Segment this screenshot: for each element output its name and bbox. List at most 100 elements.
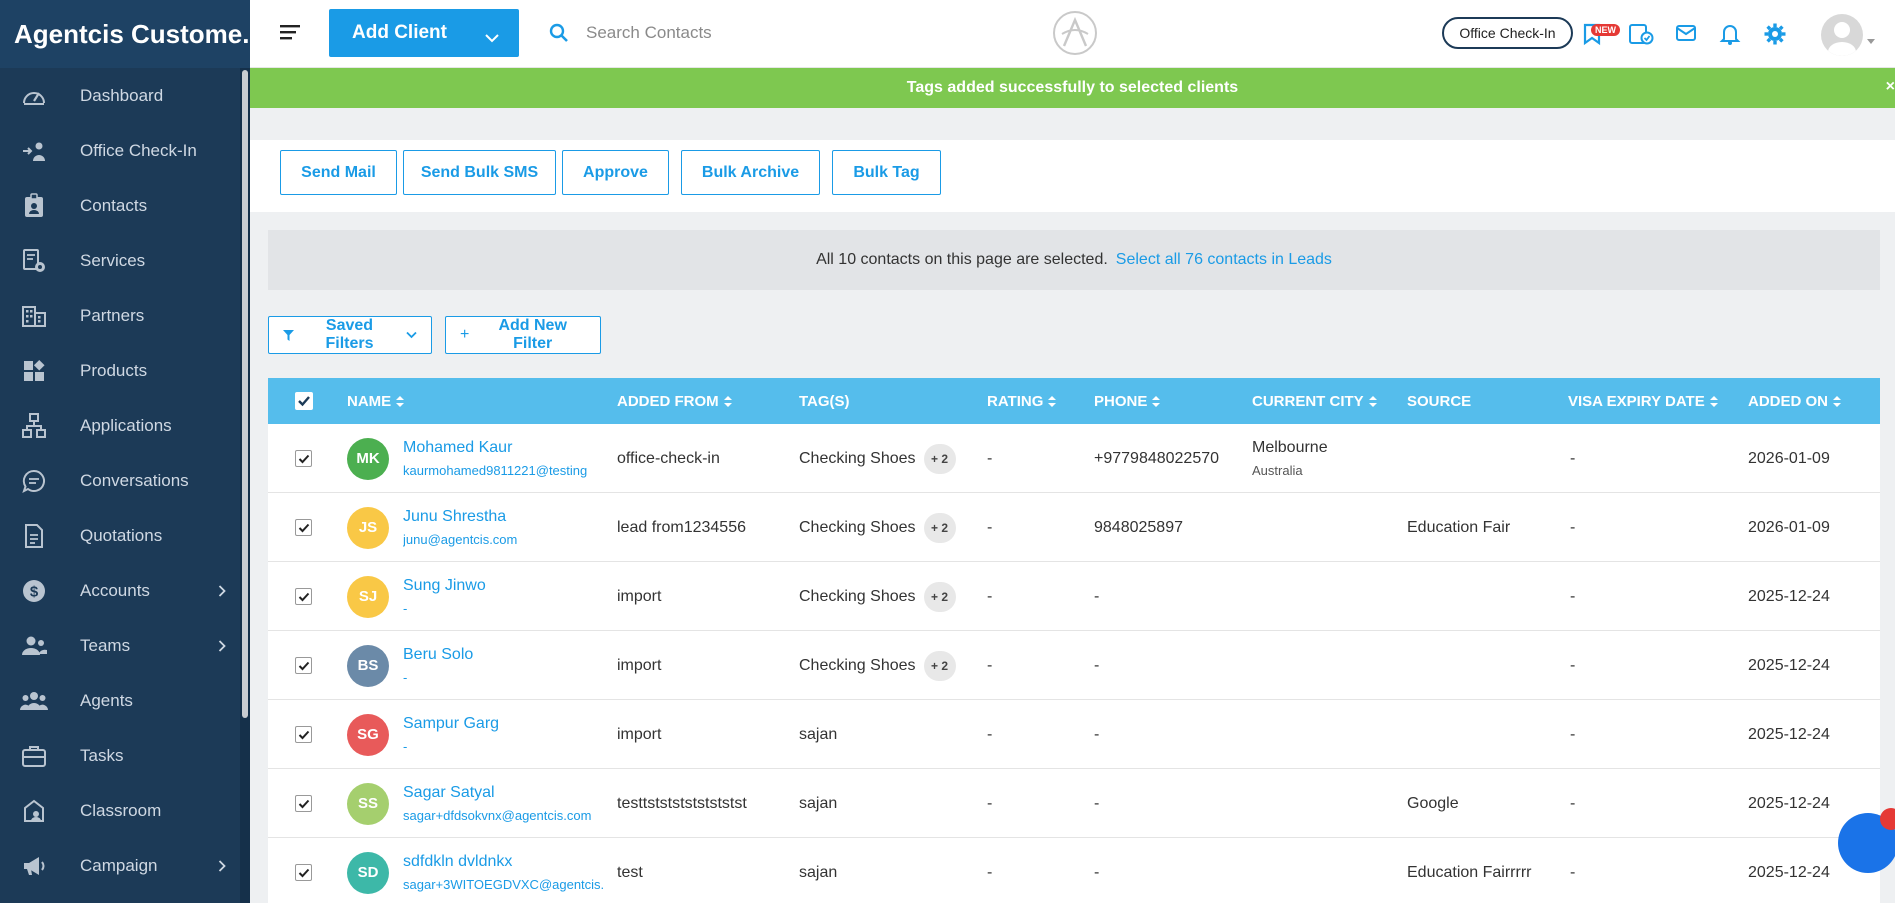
send-bulk-sms-button[interactable]: Send Bulk SMS xyxy=(403,150,556,195)
contact-email[interactable]: sagar+dfdsokvnx@agentcis.com xyxy=(403,808,591,823)
contact-name-link[interactable]: Mohamed Kaur xyxy=(403,439,587,457)
sidebar-item-label: Contacts xyxy=(80,195,148,215)
sidebar-item-applications[interactable]: Applications xyxy=(0,398,240,453)
close-icon[interactable]: × xyxy=(1886,78,1895,96)
extra-tags-badge[interactable]: + 2 xyxy=(923,512,956,543)
table-row[interactable]: BS Beru Solo - import Checking Shoes + 2… xyxy=(268,631,1880,700)
row-checkbox[interactable] xyxy=(295,838,312,903)
sidebar-item-dashboard[interactable]: Dashboard xyxy=(0,68,240,123)
chevron-right-icon[interactable] xyxy=(218,857,226,877)
contact-email[interactable]: sagar+3WITOEGDVXC@agentcis. xyxy=(403,877,604,892)
column-header-name[interactable]: NAME xyxy=(347,378,405,424)
user-avatar[interactable] xyxy=(1821,14,1863,56)
sidebar-item-conversations[interactable]: Conversations xyxy=(0,453,240,508)
mail-icon[interactable] xyxy=(1675,22,1697,49)
sidebar-item-office-check-in[interactable]: Office Check-In xyxy=(0,123,240,178)
sidebar-item-products[interactable]: Products xyxy=(0,343,240,398)
contact-email[interactable]: junu@agentcis.com xyxy=(403,532,517,547)
contact-avatar: BS xyxy=(347,631,389,700)
sidebar-item-services[interactable]: Services xyxy=(0,233,240,288)
add-new-filter-button[interactable]: + Add New Filter xyxy=(445,316,601,354)
phone-cell: 9848025897 xyxy=(1094,518,1183,536)
sidebar-item-teams[interactable]: Teams xyxy=(0,618,240,673)
column-header-current-city[interactable]: CURRENT CITY xyxy=(1252,378,1377,424)
office-checkin-button[interactable]: Office Check-In xyxy=(1442,17,1573,49)
sort-icon[interactable] xyxy=(723,395,732,407)
row-checkbox[interactable] xyxy=(295,700,312,769)
contact-name-link[interactable]: Sung Jinwo xyxy=(403,577,486,595)
extra-tags-badge[interactable]: + 2 xyxy=(923,581,956,612)
contact-name-link[interactable]: Beru Solo xyxy=(403,646,473,664)
bulk-archive-button[interactable]: Bulk Archive xyxy=(681,150,820,195)
sidebar-item-quotations[interactable]: Quotations xyxy=(0,508,240,563)
contact-name-link[interactable]: Junu Shrestha xyxy=(403,508,517,526)
contact-email[interactable]: - xyxy=(403,601,486,616)
sidebar-item-agents[interactable]: Agents xyxy=(0,673,240,728)
contact-email[interactable]: - xyxy=(403,739,499,754)
chevron-right-icon[interactable] xyxy=(218,582,226,602)
contact-name-link[interactable]: Sagar Satyal xyxy=(403,784,591,802)
extra-tags-badge[interactable]: + 2 xyxy=(923,650,956,681)
column-header-added-from[interactable]: ADDED FROM xyxy=(617,378,732,424)
sidebar-item-classroom[interactable]: Classroom xyxy=(0,783,240,838)
added-on-cell: 2025-12-24 xyxy=(1748,725,1830,743)
sidebar-item-accounts[interactable]: $ Accounts xyxy=(0,563,240,618)
hamburger-menu-icon[interactable] xyxy=(280,24,300,45)
rating-cell: - xyxy=(987,725,993,743)
contact-email[interactable]: - xyxy=(403,670,473,685)
visa-expiry-cell: - xyxy=(1570,587,1576,605)
chevron-right-icon[interactable] xyxy=(218,637,226,657)
avatar-dropdown-icon[interactable] xyxy=(1867,32,1875,50)
tasks-check-icon[interactable] xyxy=(1628,22,1654,51)
sort-icon[interactable] xyxy=(1709,395,1718,407)
table-row[interactable]: MK Mohamed Kaur kaurmohamed9811221@testi… xyxy=(268,424,1880,493)
sort-icon[interactable] xyxy=(396,395,405,407)
sidebar-scrollbar-thumb[interactable] xyxy=(242,70,248,718)
gear-icon[interactable] xyxy=(1763,22,1787,51)
contact-avatar: SG xyxy=(347,700,389,769)
sort-icon[interactable] xyxy=(1152,395,1161,407)
send-mail-button[interactable]: Send Mail xyxy=(280,150,397,195)
sort-icon[interactable] xyxy=(1048,395,1057,407)
sort-icon[interactable] xyxy=(1833,395,1842,407)
added-on-cell: 2025-12-24 xyxy=(1748,587,1830,605)
sidebar-item-partners[interactable]: Partners xyxy=(0,288,240,343)
sort-icon[interactable] xyxy=(1368,395,1377,407)
row-checkbox[interactable] xyxy=(295,424,312,493)
column-header-rating[interactable]: RATING xyxy=(987,378,1057,424)
bell-icon[interactable] xyxy=(1719,22,1741,51)
row-checkbox[interactable] xyxy=(295,493,312,562)
search-input[interactable] xyxy=(586,15,926,51)
saved-filters-button[interactable]: Saved Filters xyxy=(268,316,432,354)
megaphone-icon xyxy=(20,852,48,880)
table-row[interactable]: SS Sagar Satyal sagar+dfdsokvnx@agentcis… xyxy=(268,769,1880,838)
column-header-added-on[interactable]: ADDED ON xyxy=(1748,378,1842,424)
table-row[interactable]: SJ Sung Jinwo - import Checking Shoes + … xyxy=(268,562,1880,631)
row-checkbox[interactable] xyxy=(295,562,312,631)
add-client-button[interactable]: Add Client xyxy=(329,9,519,57)
row-checkbox[interactable] xyxy=(295,631,312,700)
services-icon xyxy=(20,247,48,275)
bulk-tag-button[interactable]: Bulk Tag xyxy=(832,150,941,195)
visa-expiry-cell: - xyxy=(1570,863,1576,881)
contact-email[interactable]: kaurmohamed9811221@testing xyxy=(403,463,587,478)
approve-button[interactable]: Approve xyxy=(562,150,669,195)
column-header-phone[interactable]: PHONE xyxy=(1094,378,1161,424)
contact-name-link[interactable]: sdfdkln dvldnkx xyxy=(403,853,604,871)
row-checkbox[interactable] xyxy=(295,769,312,838)
table-row[interactable]: SD sdfdkln dvldnkx sagar+3WITOEGDVXC@age… xyxy=(268,838,1880,903)
sidebar-item-campaign[interactable]: Campaign xyxy=(0,838,240,893)
app-title[interactable]: Agentcis Custome... xyxy=(0,0,250,68)
select-all-checkbox[interactable] xyxy=(295,378,313,424)
extra-tags-badge[interactable]: + 2 xyxy=(923,443,956,474)
contact-name-link[interactable]: Sampur Garg xyxy=(403,715,499,733)
table-row[interactable]: JS Junu Shrestha junu@agentcis.com lead … xyxy=(268,493,1880,562)
table-row[interactable]: SG Sampur Garg - import sajan - - - 2025… xyxy=(268,700,1880,769)
search-icon[interactable] xyxy=(549,23,569,48)
select-all-link[interactable]: Select all 76 contacts in Leads xyxy=(1116,251,1332,269)
column-header-visa-expiry-date[interactable]: VISA EXPIRY DATE xyxy=(1568,378,1718,424)
sidebar-item-contacts[interactable]: Contacts xyxy=(0,178,240,233)
sidebar-item-label: Campaign xyxy=(80,855,158,875)
chevron-down-icon[interactable] xyxy=(485,27,499,49)
sidebar-item-tasks[interactable]: Tasks xyxy=(0,728,240,783)
